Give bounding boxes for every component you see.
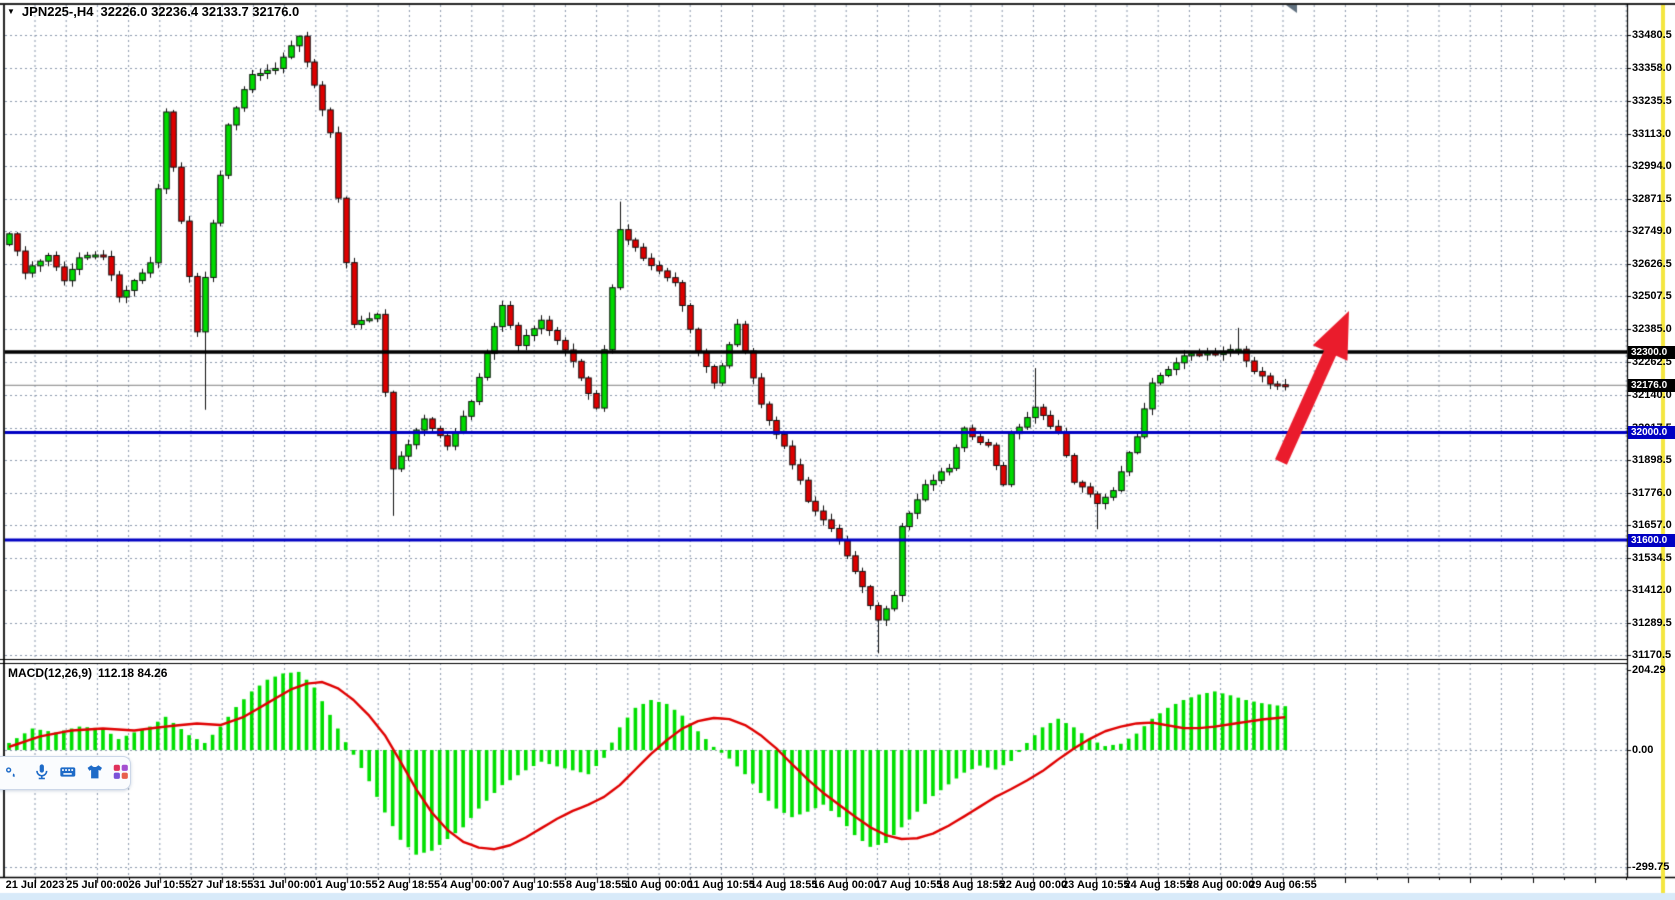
macd-tick-label: 0.00	[1632, 744, 1653, 756]
chart-canvas[interactable]	[0, 0, 1675, 900]
time-tick-label: 17 Aug 10:55	[875, 879, 942, 891]
price-level-badge: 32176.0	[1628, 379, 1675, 392]
macd-tick-label: -299.75	[1632, 861, 1669, 873]
price-tick-label: 33358.0	[1632, 62, 1672, 74]
price-tick-label: 33480.5	[1632, 29, 1672, 41]
macd-name-label: MACD(12,26,9)	[8, 666, 92, 680]
symbol-timeframe-label: JPN225-,H4	[22, 4, 94, 19]
time-tick-label: 4 Aug 00:00	[441, 879, 502, 891]
ohlc-quote-label: 32226.0 32236.4 32133.7 32176.0	[100, 4, 299, 19]
time-tick-label: 29 Aug 06:55	[1249, 879, 1316, 891]
time-tick-label: 21 Jul 2023	[6, 879, 65, 891]
price-level-badge: 32000.0	[1628, 426, 1675, 439]
mt4-chart-window: ▼ JPN225-,H4 32226.0 32236.4 32133.7 321…	[0, 0, 1675, 900]
macd-indicator-label: MACD(12,26,9) 112.18 84.26	[8, 666, 167, 680]
price-tick-label: 32871.5	[1632, 193, 1672, 205]
time-tick-label: 8 Aug 18:55	[566, 879, 627, 891]
time-tick-label: 16 Aug 00:00	[812, 879, 879, 891]
time-tick-label: 7 Aug 10:55	[504, 879, 565, 891]
apps-grid-icon[interactable]	[112, 763, 130, 783]
symbol-collapse-icon[interactable]: ▼	[7, 5, 15, 18]
time-tick-label: 25 Jul 00:00	[66, 879, 128, 891]
price-tick-label: 31412.0	[1632, 584, 1672, 596]
price-tick-label: 33235.5	[1632, 95, 1672, 107]
time-tick-label: 28 Aug 00:00	[1187, 879, 1254, 891]
time-tick-label: 22 Aug 00:00	[1000, 879, 1067, 891]
macd-tick-label: 204.29	[1632, 664, 1666, 676]
pen-icon[interactable]	[6, 763, 24, 783]
time-tick-label: 18 Aug 18:55	[937, 879, 1004, 891]
price-tick-label: 33113.0	[1632, 128, 1671, 140]
price-tick-label: 31170.5	[1632, 649, 1671, 661]
price-level-badge: 32300.0	[1628, 346, 1675, 359]
price-tick-label: 31776.0	[1632, 487, 1672, 499]
price-level-badge: 31600.0	[1628, 534, 1675, 547]
symbol-quote-bar: ▼ JPN225-,H4 32226.0 32236.4 32133.7 321…	[7, 4, 299, 19]
price-tick-label: 31657.0	[1632, 519, 1672, 531]
price-tick-label: 31289.5	[1632, 617, 1672, 629]
microphone-icon[interactable]	[33, 763, 51, 783]
time-tick-label: 27 Jul 18:55	[191, 879, 253, 891]
time-tick-label: 23 Aug 10:55	[1062, 879, 1129, 891]
time-tick-label: 1 Aug 10:55	[316, 879, 377, 891]
price-tick-label: 31898.5	[1632, 454, 1672, 466]
price-tick-label: 32749.0	[1632, 225, 1672, 237]
price-tick-label: 32385.0	[1632, 323, 1672, 335]
time-tick-label: 2 Aug 18:55	[379, 879, 440, 891]
time-tick-label: 26 Jul 10:55	[129, 879, 191, 891]
time-tick-label: 31 Jul 00:00	[253, 879, 315, 891]
floating-input-toolbar	[0, 756, 131, 790]
time-tick-label: 11 Aug 10:55	[688, 879, 755, 891]
price-tick-label: 32994.0	[1632, 160, 1672, 172]
time-tick-label: 14 Aug 18:55	[750, 879, 817, 891]
price-tick-label: 31534.5	[1632, 552, 1672, 564]
price-tick-label: 32507.5	[1632, 290, 1672, 302]
price-tick-label: 32626.5	[1632, 258, 1672, 270]
tshirt-icon[interactable]	[86, 763, 104, 783]
macd-values-label: 112.18 84.26	[98, 666, 167, 680]
time-tick-label: 24 Aug 18:55	[1124, 879, 1191, 891]
time-tick-label: 10 Aug 00:00	[625, 879, 692, 891]
keyboard-icon[interactable]	[59, 763, 77, 783]
